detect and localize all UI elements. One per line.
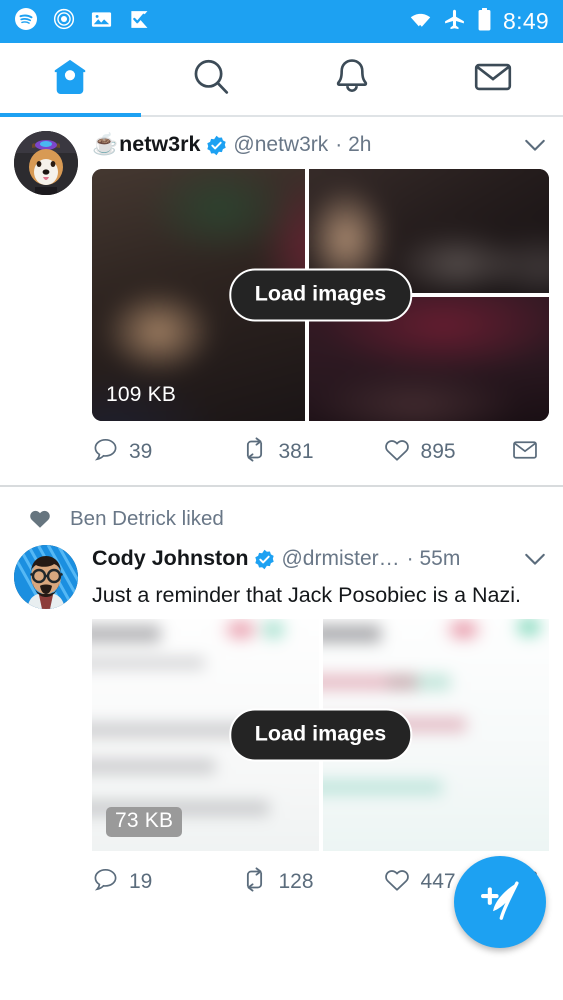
twitter-app-screen: 8:49 ☕ netw3rk @netw3rk · 2h 109 KB Load…	[0, 0, 563, 1000]
social-context: Ben Detrick liked	[0, 487, 563, 531]
heart-filled-icon	[28, 507, 52, 531]
avatar[interactable]	[14, 131, 78, 195]
share-dm-action[interactable]	[511, 436, 539, 469]
media-size-label: 109 KB	[106, 383, 177, 406]
wifi-data-icon	[408, 7, 433, 37]
tweet-header: ☕ netw3rk @netw3rk · 2h	[92, 131, 549, 159]
retweet-icon	[240, 865, 269, 899]
checkmark-flag-icon	[128, 8, 151, 36]
search-icon	[190, 56, 232, 103]
retweet-count: 381	[278, 440, 314, 463]
verified-badge-icon	[206, 135, 227, 156]
status-bar-clock: 8:49	[503, 8, 549, 34]
compose-tweet-fab[interactable]	[454, 856, 546, 948]
tab-messages[interactable]	[422, 43, 563, 115]
reply-icon	[92, 866, 119, 898]
avatar[interactable]	[14, 545, 78, 609]
tweet-timestamp: · 55m	[406, 547, 461, 571]
heart-icon	[383, 436, 411, 469]
tab-home[interactable]	[0, 43, 141, 117]
tweet-header: Cody Johnston @drmister… · 55m	[92, 545, 549, 573]
reply-action[interactable]: 39	[92, 436, 240, 468]
status-bar-right-icons: 8:49	[408, 7, 549, 37]
status-bar-left-icons	[14, 7, 151, 36]
home-icon	[49, 56, 91, 103]
chevron-down-icon[interactable]	[521, 545, 549, 573]
battery-icon	[476, 7, 493, 37]
envelope-icon	[511, 436, 539, 469]
tab-search[interactable]	[141, 43, 282, 115]
tweet-text: Just a reminder that Jack Posobiec is a …	[92, 583, 521, 607]
load-images-button[interactable]: Load images	[228, 268, 413, 322]
reply-icon	[92, 436, 119, 468]
retweet-icon	[240, 435, 269, 469]
retweet-count: 128	[278, 870, 314, 894]
like-count: 895	[420, 440, 456, 463]
status-bar: 8:49	[0, 0, 563, 43]
display-name[interactable]: Cody Johnston	[92, 547, 248, 571]
tweet-item[interactable]: ☕ netw3rk @netw3rk · 2h 109 KB Load imag…	[0, 117, 563, 487]
photo-icon	[90, 8, 113, 36]
tweet-media[interactable]: 73 KB Load images	[92, 619, 549, 852]
spotify-icon	[14, 7, 38, 36]
tweet-timestamp: · 2h	[335, 133, 372, 157]
display-name[interactable]: netw3rk	[119, 133, 200, 157]
retweet-action[interactable]: 381	[240, 435, 383, 469]
bell-icon	[331, 56, 373, 103]
reply-action[interactable]: 19	[92, 866, 240, 898]
user-handle[interactable]: @netw3rk	[233, 133, 328, 156]
heart-icon	[383, 866, 411, 899]
tweet-media[interactable]: 109 KB Load images	[92, 169, 549, 421]
name-emoji: ☕	[92, 133, 119, 157]
like-count: 447	[420, 870, 456, 894]
retweet-action[interactable]: 128	[240, 865, 383, 899]
tweet-item[interactable]: Ben Detrick liked Cody Johnston @drmiste…	[0, 487, 563, 916]
timeline-feed: ☕ netw3rk @netw3rk · 2h 109 KB Load imag…	[0, 117, 563, 916]
reply-count: 39	[129, 440, 153, 463]
compose-feather-icon	[474, 874, 526, 931]
shazam-icon	[53, 8, 75, 35]
tab-notifications[interactable]	[282, 43, 423, 115]
reply-count: 19	[129, 870, 153, 894]
verified-badge-icon	[254, 549, 275, 570]
envelope-icon	[472, 56, 514, 103]
airplane-mode-icon	[443, 8, 466, 36]
load-images-button[interactable]: Load images	[228, 708, 413, 762]
tweet-actions: 39 381 895	[92, 421, 539, 485]
main-navigation-tabs	[0, 43, 563, 117]
social-context-label: Ben Detrick liked	[70, 507, 224, 530]
user-handle[interactable]: @drmister…	[281, 547, 399, 570]
like-action[interactable]: 895	[383, 436, 495, 469]
chevron-down-icon[interactable]	[521, 131, 549, 159]
media-size-label: 73 KB	[106, 807, 183, 838]
